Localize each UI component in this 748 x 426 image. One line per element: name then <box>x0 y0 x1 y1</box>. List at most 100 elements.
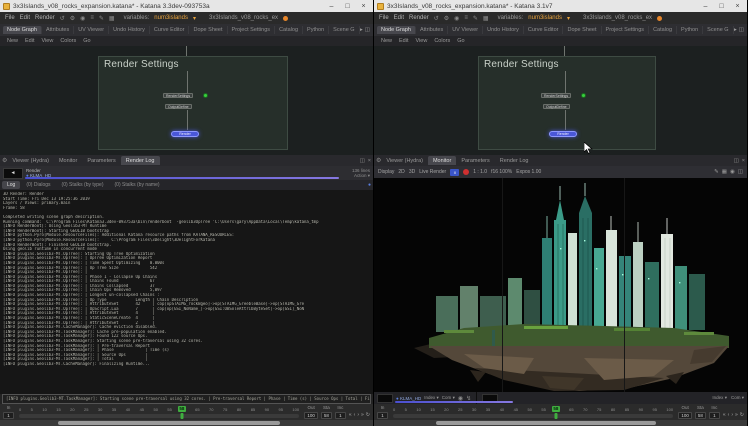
log-status-line[interactable]: [INFO plugins.Geolib3-MT.TaskManager]: S… <box>2 394 371 404</box>
pane-tab-viewer-hydra[interactable]: Viewer (Hydra) <box>7 156 54 165</box>
timeline-slider-handle[interactable] <box>554 413 557 419</box>
zoom-level[interactable]: 1 : 1.0 <box>473 169 487 175</box>
timeline-out-field[interactable]: 100 <box>678 412 692 419</box>
tab-overflow-icon[interactable]: ▸ <box>734 27 737 33</box>
nodegraph-canvas-right[interactable]: Render Settings RenderSettings OutputDef… <box>374 46 747 155</box>
ng-menu-view[interactable]: View <box>416 38 428 44</box>
horizontal-scrollbar[interactable] <box>0 420 373 426</box>
ng-menu-edit[interactable]: Edit <box>399 38 408 44</box>
step-back-button[interactable]: ‹ <box>728 412 730 418</box>
catalog-entry-name[interactable]: ● KLMA_HD <box>396 396 421 401</box>
monitor-viewport[interactable] <box>374 178 747 392</box>
exposure-readout[interactable]: Expos 1.00 <box>516 169 541 175</box>
timeline-slider[interactable] <box>393 414 673 418</box>
tab-uv-viewer[interactable]: UV Viewer <box>74 26 109 34</box>
tab-project-settings[interactable]: Project Settings <box>602 26 650 34</box>
nodegraph-canvas-left[interactable]: Render Settings RenderSettings OutputDef… <box>0 46 373 155</box>
timeline-inc-field[interactable]: 1 <box>335 412 346 419</box>
ng-menu-colors[interactable]: Colors <box>434 38 450 44</box>
node-render[interactable]: Render <box>549 131 577 137</box>
grid-icon[interactable]: ▦ <box>109 15 115 22</box>
edit-icon[interactable]: ✎ <box>473 15 478 22</box>
list-icon[interactable]: ≡ <box>90 15 94 21</box>
ng-menu-colors[interactable]: Colors <box>60 38 76 44</box>
gear-icon[interactable]: ⚙ <box>70 15 75 22</box>
pane-tab-parameters[interactable]: Parameters <box>456 156 494 165</box>
menu-file[interactable]: File <box>379 15 389 21</box>
close-button[interactable]: × <box>357 1 370 12</box>
render-settings-group[interactable]: Render Settings RenderSettings OutputDef… <box>98 56 288 150</box>
action-dropdown[interactable]: Action ▾ <box>354 173 370 179</box>
loop-button[interactable]: ↻ <box>366 412 370 418</box>
node-rendersettings[interactable]: RenderSettings <box>541 93 571 98</box>
grid-tool-icon[interactable]: ▦ <box>722 169 727 175</box>
tab-dope-sheet[interactable]: Dope Sheet <box>189 26 227 34</box>
file-tab[interactable]: 3x3Islands_v08_rocks_ex <box>583 15 652 21</box>
timeline-inc-field[interactable]: 1 <box>709 412 720 419</box>
gear-icon[interactable]: ⚙ <box>444 15 449 22</box>
go-to-start-button[interactable]: « <box>349 412 352 418</box>
menu-render[interactable]: Render <box>409 15 429 21</box>
variables-dropdown[interactable]: num3islands <box>154 15 188 21</box>
tab-curve-editor[interactable]: Curve Editor <box>524 26 564 34</box>
tab-undo-history[interactable]: Undo History <box>483 26 524 34</box>
node-view-flag-icon[interactable] <box>581 93 586 98</box>
pane-tab-monitor[interactable]: Monitor <box>428 156 456 165</box>
pause-button[interactable]: II <box>450 169 459 176</box>
tab-attributes[interactable]: Attributes <box>42 26 74 34</box>
subtab-stalks-by-type[interactable]: (0) Stalks (by type) <box>57 181 109 189</box>
loop-button[interactable]: ↻ <box>740 412 744 418</box>
record-button[interactable] <box>463 169 469 175</box>
pane-split-icon[interactable]: ◫ <box>734 158 739 164</box>
tab-node-graph[interactable]: Node Graph <box>3 26 42 34</box>
tab-attributes[interactable]: Attributes <box>416 26 448 34</box>
pane-tab-render-log[interactable]: Render Log <box>121 156 160 165</box>
menu-edit[interactable]: Edit <box>394 15 404 21</box>
tab-python[interactable]: Python <box>303 26 329 34</box>
close-button[interactable]: × <box>731 1 744 12</box>
timeline-ruler[interactable]: 0510152025303540455055606570758085909510… <box>391 406 675 412</box>
tab-node-graph[interactable]: Node Graph <box>377 26 416 34</box>
step-back-button[interactable]: ‹ <box>354 412 356 418</box>
node-rendersettings[interactable]: RenderSettings <box>163 93 193 98</box>
pane-tab-viewer-hydra[interactable]: Viewer (Hydra) <box>381 156 428 165</box>
tab-curve-editor[interactable]: Curve Editor <box>150 26 190 34</box>
pane-split-icon[interactable]: ◫ <box>739 27 744 33</box>
minimize-button[interactable]: – <box>325 1 338 12</box>
node-outputdefine[interactable]: OutputDefine <box>543 104 570 109</box>
pane-close-icon[interactable]: × <box>368 158 371 164</box>
timeline-in-field[interactable]: 1 <box>377 412 388 419</box>
tab-catalog[interactable]: Catalog <box>649 26 677 34</box>
menu-file[interactable]: File <box>5 15 15 21</box>
mode-3d-button[interactable]: 3D <box>409 169 415 175</box>
menu-edit[interactable]: Edit <box>20 15 30 21</box>
render-settings-group[interactable]: Render Settings RenderSettings OutputDef… <box>478 56 656 150</box>
node-outputdefine[interactable]: OutputDefine <box>165 104 192 109</box>
maximize-button[interactable]: □ <box>715 1 728 12</box>
variables-dropdown-arrow[interactable]: ▾ <box>193 15 196 22</box>
variables-dropdown-arrow[interactable]: ▾ <box>567 15 570 22</box>
scrollbar-thumb[interactable] <box>58 421 280 425</box>
tab-scene-graph[interactable]: Scene G <box>329 26 359 34</box>
tab-dope-sheet[interactable]: Dope Sheet <box>563 26 601 34</box>
subtab-stalks-by-name[interactable]: (0) Stalks (by name) <box>110 181 165 189</box>
go-to-end-button[interactable]: » <box>735 412 738 418</box>
pane-split-icon[interactable]: ◫ <box>365 27 370 33</box>
subtab-log[interactable]: Log <box>2 181 20 189</box>
timeline-out-field[interactable]: 100 <box>304 412 318 419</box>
pane-tab-monitor[interactable]: Monitor <box>54 156 82 165</box>
target-icon[interactable]: ◉ <box>454 15 459 22</box>
ng-menu-edit[interactable]: Edit <box>25 38 34 44</box>
node-view-flag-icon[interactable] <box>203 93 208 98</box>
list-icon[interactable]: ≡ <box>464 15 468 21</box>
file-tab[interactable]: 3x3Islands_v08_rocks_ex <box>209 15 278 21</box>
pane-split-icon[interactable]: ◫ <box>360 158 365 164</box>
catalog-thumbnail[interactable] <box>377 394 393 403</box>
menu-render[interactable]: Render <box>35 15 55 21</box>
ng-menu-new[interactable]: New <box>381 38 392 44</box>
tab-python[interactable]: Python <box>677 26 703 34</box>
pane-tab-render-log[interactable]: Render Log <box>495 156 534 165</box>
grid-icon[interactable]: ▦ <box>483 15 489 22</box>
subtab-dialogs[interactable]: (0) Dialogs <box>21 181 55 189</box>
tab-scene-graph[interactable]: Scene G <box>703 26 733 34</box>
